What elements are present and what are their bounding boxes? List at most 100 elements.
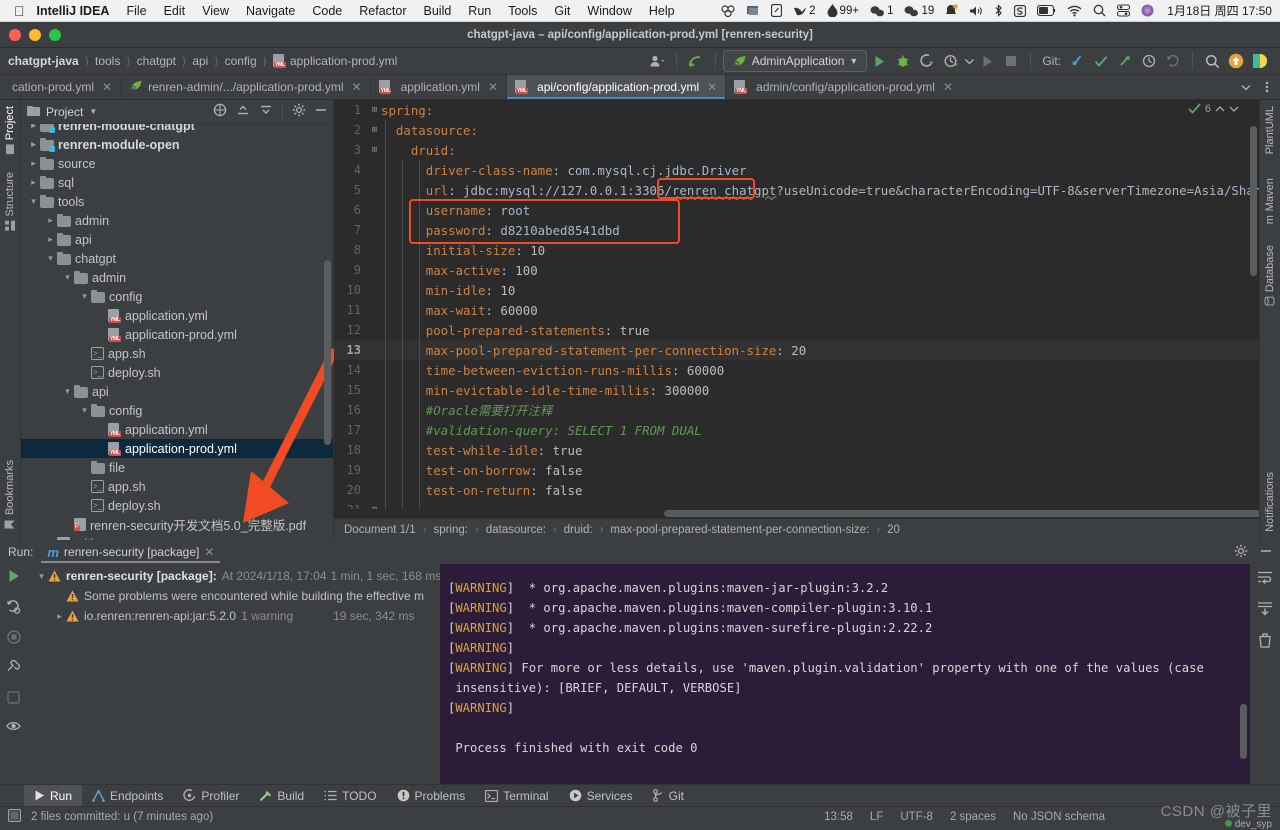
tree-item[interactable]: ▾ tools <box>21 192 333 211</box>
editor-scrollbar[interactable] <box>1250 126 1257 276</box>
breadcrumb-config[interactable]: config <box>225 54 257 68</box>
wifi-icon[interactable] <box>1067 5 1082 17</box>
code-line[interactable]: 2 ⊞ datasource: <box>334 120 1259 140</box>
close-window-button[interactable] <box>9 28 21 41</box>
git-commit-icon[interactable] <box>1089 50 1113 72</box>
code-line[interactable]: 11 max-wait: 60000 <box>334 300 1259 320</box>
editor-horizontal-scrollbar[interactable] <box>334 509 1280 518</box>
chevron-right-icon[interactable]: ▸ <box>44 234 57 245</box>
code-line[interactable]: 19 test-on-borrow: false <box>334 460 1259 480</box>
run-tree-row[interactable]: ▾ renren-security [package]: At 2024/1/18,… <box>27 566 440 586</box>
run-with-coverage-button[interactable] <box>915 50 939 72</box>
menu-git[interactable]: Git <box>554 4 570 18</box>
tree-item[interactable]: ▾ config <box>21 287 333 306</box>
code-line[interactable]: 3 ⊞ druid: <box>334 140 1259 160</box>
collapse-all-icon[interactable] <box>236 103 250 120</box>
run-session-tab[interactable]: m renren-security [package] ✕ <box>41 541 221 563</box>
chevron-right-icon[interactable]: ▸ <box>53 611 66 622</box>
tool-button-git[interactable]: Git <box>643 785 694 807</box>
inspection-widget[interactable]: 6 <box>1188 102 1239 115</box>
menu-file[interactable]: File <box>126 4 146 18</box>
tree-item[interactable]: >_ deploy.sh <box>21 496 333 515</box>
run-tree-row[interactable]: Some problems were encountered while bui… <box>27 586 440 606</box>
tool-button-endpoints[interactable]: Endpoints <box>82 785 173 807</box>
code-line[interactable]: 7 password: d8210abed8541dbd <box>334 220 1259 240</box>
code-line[interactable]: 4 driver-class-name: com.mysql.cj.jdbc.D… <box>334 160 1259 180</box>
tree-item[interactable]: renren-security开发文档5.0_完整版.pdf <box>21 515 333 534</box>
code-line[interactable]: 21⊞ <box>334 500 1259 509</box>
menu-code[interactable]: Code <box>312 4 342 18</box>
breadcrumb-file[interactable]: application-prod.yml <box>290 54 397 68</box>
rerun-tests-button[interactable] <box>6 599 21 617</box>
gear-icon[interactable] <box>1234 544 1248 561</box>
run-configuration-selector[interactable]: AdminApplication ▼ <box>722 50 868 72</box>
apple-menu-icon[interactable]:  <box>14 4 25 18</box>
chevron-right-icon[interactable]: ▸ <box>27 124 40 131</box>
chevron-right-icon[interactable]: ▸ <box>27 177 40 188</box>
more-options-icon[interactable] <box>1260 76 1274 98</box>
bluetooth-icon[interactable] <box>994 4 1003 17</box>
control-center-icon[interactable] <box>1117 4 1131 17</box>
code-line[interactable]: 10 min-idle: 10 <box>334 280 1259 300</box>
close-icon[interactable]: ✕ <box>352 80 362 94</box>
run-button[interactable] <box>867 50 891 72</box>
git-update-icon[interactable] <box>1065 50 1089 72</box>
code-line[interactable]: 14 time-between-eviction-runs-millis: 60… <box>334 360 1259 380</box>
tree-item[interactable]: ▸ api <box>21 230 333 249</box>
show-passed-button[interactable] <box>6 720 21 735</box>
editor-tab-active[interactable]: YML api/config/application-prod.yml ✕ <box>507 75 727 99</box>
menu-help[interactable]: Help <box>649 4 675 18</box>
tool-button-profiler[interactable]: Profiler <box>173 785 249 807</box>
tool-button-build[interactable]: Build <box>249 785 314 807</box>
breadcrumb-project[interactable]: chatgpt-java <box>8 54 79 68</box>
delete-icon[interactable] <box>1258 633 1272 651</box>
expand-all-icon[interactable] <box>259 103 273 120</box>
breadcrumb-document[interactable]: Document 1/1 <box>344 524 416 536</box>
tree-item[interactable]: >_ app.sh <box>21 344 333 363</box>
status-line-separator[interactable]: LF <box>870 811 883 823</box>
code-line[interactable]: 9 max-active: 100 <box>334 260 1259 280</box>
sidebar-item-project[interactable]: Project <box>4 106 16 155</box>
sidebar-item-notifications[interactable]: Notifications <box>1264 472 1276 532</box>
code-line[interactable]: 8 initial-size: 10 <box>334 240 1259 260</box>
code-line[interactable]: 16 #Oracle需要打开注释 <box>334 400 1259 420</box>
debug-button[interactable] <box>891 50 915 72</box>
tree-item[interactable]: ▾ admin <box>21 268 333 287</box>
hide-panel-icon[interactable] <box>1260 545 1272 560</box>
menu-window[interactable]: Window <box>587 4 631 18</box>
breadcrumb-api[interactable]: api <box>192 54 208 68</box>
fold-toggle-icon[interactable]: ⊞ <box>368 125 381 135</box>
tree-item[interactable]: ▸ renren-module-chatgpt <box>21 124 333 135</box>
status-encoding[interactable]: UTF-8 <box>900 811 933 823</box>
code-line[interactable]: 13 max-pool-prepared-statement-per-conne… <box>334 340 1259 360</box>
siri-icon[interactable] <box>1141 4 1154 17</box>
close-icon[interactable]: ✕ <box>707 80 717 94</box>
rerun-button[interactable] <box>7 569 21 586</box>
editor-tab[interactable]: renren-admin/.../application-prod.yml ✕ <box>121 75 371 99</box>
sogou-input-icon[interactable] <box>1014 4 1027 17</box>
soft-wrap-icon[interactable] <box>1257 570 1273 587</box>
tool-button-run[interactable]: Run <box>24 784 83 807</box>
project-file-tree[interactable]: ▸ renren-module-chatgpt ▸ renren-module-ope… <box>21 124 333 540</box>
tree-item[interactable]: ▾ config <box>21 401 333 420</box>
next-problem-icon[interactable] <box>1229 105 1239 113</box>
tree-item[interactable]: ▸ source <box>21 154 333 173</box>
fold-toggle-icon[interactable]: ⊞ <box>368 145 381 155</box>
bell-icon[interactable] <box>945 4 959 17</box>
tool-button-services[interactable]: Services <box>559 785 643 807</box>
chevron-down-icon[interactable] <box>963 50 975 72</box>
fold-toggle-icon[interactable]: ⊞ <box>368 105 381 115</box>
gear-icon[interactable] <box>292 103 306 120</box>
editor-tab[interactable]: YML admin/config/application-prod.yml ✕ <box>726 75 961 99</box>
ide-logo-icon[interactable] <box>1248 50 1272 72</box>
tree-item[interactable]: ▾ api <box>21 382 333 401</box>
tree-item[interactable]: ▸ admin <box>21 211 333 230</box>
spotlight-search-icon[interactable] <box>1093 4 1106 17</box>
menu-view[interactable]: View <box>202 4 229 18</box>
status-json-schema[interactable]: No JSON schema <box>1013 811 1105 823</box>
chevron-right-icon[interactable]: ▸ <box>44 215 57 226</box>
breadcrumb-tools[interactable]: tools <box>95 54 120 68</box>
breadcrumb-chatgpt[interactable]: chatgpt <box>137 54 176 68</box>
code-line[interactable]: 20 test-on-return: false <box>334 480 1259 500</box>
tree-item[interactable]: >_ deploy.sh <box>21 363 333 382</box>
